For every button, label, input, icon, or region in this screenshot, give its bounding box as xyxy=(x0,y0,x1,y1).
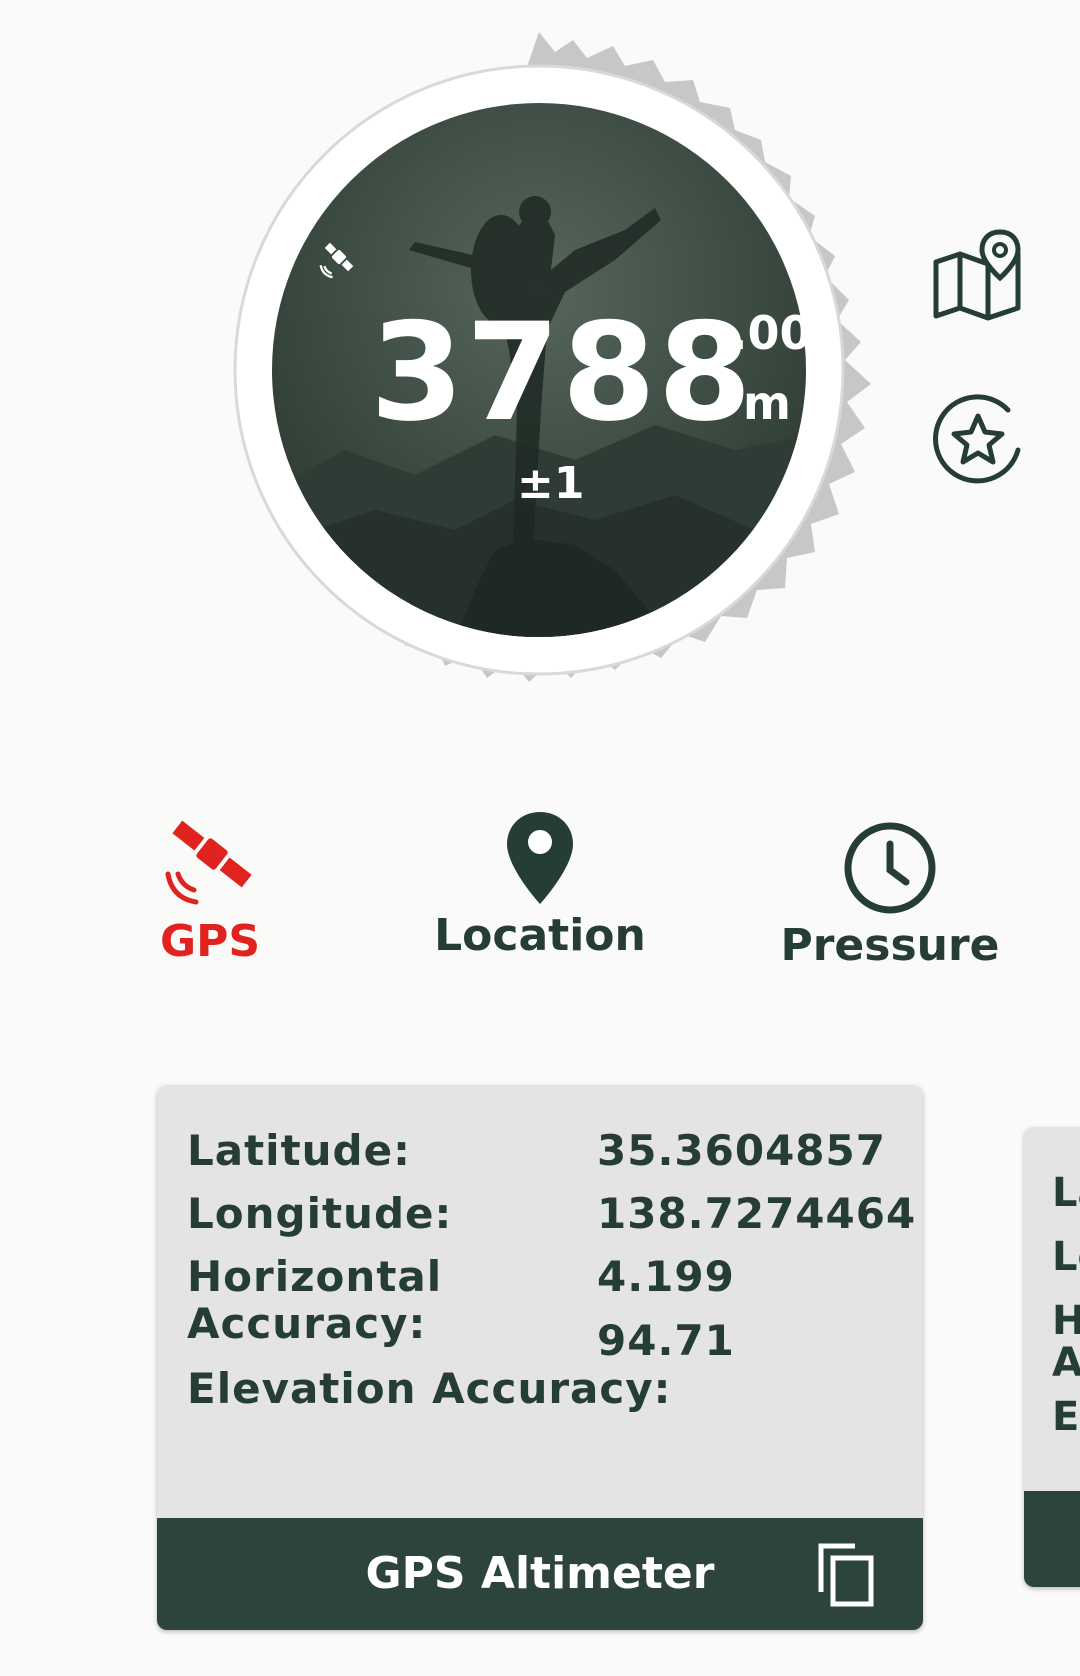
latitude-label: Latitude: xyxy=(187,1126,411,1175)
longitude-value: 138.7274464 xyxy=(597,1189,917,1238)
clock-icon xyxy=(844,822,936,914)
peek-label: A xyxy=(1052,1340,1080,1386)
tab-label: Pressure xyxy=(780,920,1000,971)
altitude-dial: 3788 .00 m ±1 xyxy=(195,30,875,710)
tab-gps[interactable]: GPS xyxy=(120,810,300,967)
favorite-button[interactable] xyxy=(930,392,1026,492)
star-icon xyxy=(933,394,1021,484)
horizontal-accuracy-value: 4.199 xyxy=(597,1252,735,1301)
peek-label: La xyxy=(1052,1170,1080,1216)
peek-label: El xyxy=(1052,1394,1080,1440)
copy-button[interactable] xyxy=(817,1542,875,1612)
longitude-label: Longitude: xyxy=(187,1189,453,1238)
next-info-card[interactable]: La Lo H A El xyxy=(1024,1127,1080,1587)
altitude-accuracy: ±1 xyxy=(517,458,585,509)
location-pin-icon xyxy=(507,812,573,904)
tab-location[interactable]: Location xyxy=(420,810,660,961)
satellite-icon xyxy=(317,235,361,283)
elevation-accuracy-label: Elevation Accuracy: xyxy=(187,1364,672,1413)
altitude-value: 3788 xyxy=(370,294,754,451)
map-button[interactable] xyxy=(930,228,1026,328)
peek-label: H xyxy=(1052,1298,1080,1344)
copy-icon xyxy=(818,1543,874,1607)
satellite-icon xyxy=(165,820,252,905)
tab-label: GPS xyxy=(159,916,261,967)
elevation-accuracy-value: 94.71 xyxy=(597,1316,735,1365)
horizontal-accuracy-label: Horizontal Accuracy: xyxy=(187,1252,443,1349)
tab-label: Location xyxy=(434,910,646,961)
latitude-value: 35.3604857 xyxy=(597,1126,886,1175)
card-title: GPS Altimeter xyxy=(365,1548,715,1599)
peek-label: Lo xyxy=(1052,1234,1080,1280)
map-pin-icon xyxy=(933,229,1021,321)
altitude-decimal: .00 xyxy=(730,306,812,360)
altitude-unit: m xyxy=(743,376,791,430)
card-footer xyxy=(1024,1491,1080,1587)
tab-pressure[interactable]: Pressure xyxy=(770,820,1010,971)
gps-info-card: Latitude: 35.3604857 Longitude: 138.7274… xyxy=(157,1085,923,1630)
card-footer: GPS Altimeter xyxy=(157,1518,923,1630)
